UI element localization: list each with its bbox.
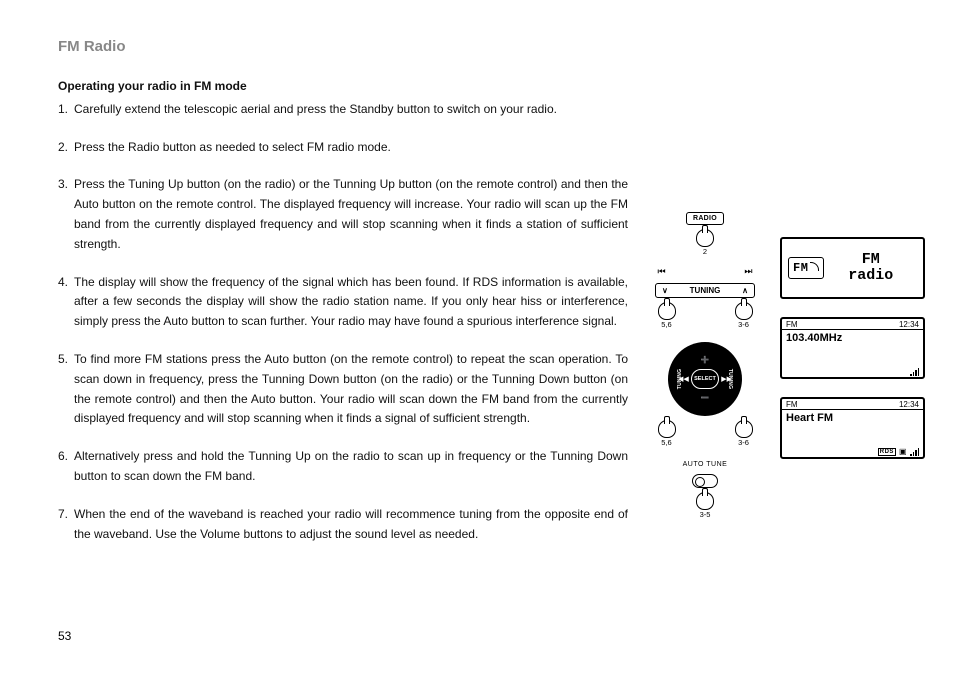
step-number: 5. [58,350,74,429]
step-text: The display will show the frequency of t… [74,273,628,332]
hand-icon [696,492,714,510]
lcd-mode-line2: radio [824,268,917,284]
step-number: 7. [58,505,74,545]
step-text: Carefully extend the telescopic aerial a… [74,100,628,120]
lcd-clock: 12:34 [899,400,919,409]
step-text: Press the Radio button as needed to sele… [74,138,628,158]
step-number: 2. [58,138,74,158]
stereo-icon: ▣ [899,447,907,456]
illustration-column: RADIO 2 ⏮ ⏭ ∨ TUNING ∧ 5,6 [628,77,924,544]
rds-badge-icon: RDS [878,448,896,456]
signal-icon [910,368,920,376]
skip-prev-icon: ⏮ [658,266,666,277]
text-column: Operating your radio in FM mode 1. Caref… [58,77,628,544]
lcd-mode-line1: FM [824,252,917,268]
step-3: 3. Press the Tuning Up button (on the ra… [58,175,628,254]
lcd-frequency-screen: FM 12:34 103.40MHz [780,317,925,379]
hand-label: 5,6 [661,321,671,329]
hand-label: 3-6 [738,439,749,447]
hand-label: 2 [703,248,707,256]
auto-tune-button-icon [692,474,718,488]
lcd-clock: 12:34 [899,320,919,329]
step-number: 6. [58,447,74,487]
step-text: Alternatively press and hold the Tunning… [74,447,628,487]
dpad-hand-pair: 5,6 3-6 [658,420,753,447]
dpad-right-label: TUNING [727,369,733,389]
step-7: 7. When the end of the waveband is reach… [58,505,628,545]
subheading: Operating your radio in FM mode [58,77,628,97]
lcd-screens: FM FM radio FM 12:34 103.40MHz [780,237,925,459]
fm-badge-icon: FM [788,257,824,279]
tuning-bar-icon: ∨ TUNING ∧ [655,283,755,298]
step-text: When the end of the waveband is reached … [74,505,628,545]
page-number: 53 [58,629,71,643]
fm-badge-text: FM [793,261,808,275]
lcd-band: FM [786,320,798,329]
step-6: 6. Alternatively press and hold the Tunn… [58,447,628,487]
hand-icon [735,420,753,438]
hand-icon [735,302,753,320]
lcd-mode-text: FM radio [824,252,917,284]
dpad-down-icon: ➖ [701,394,710,402]
tuning-label: TUNING [690,286,721,295]
hand-label: 3-5 [700,511,711,519]
content-row: Operating your radio in FM mode 1. Caref… [58,77,924,544]
tuning-up-icon: ∧ [742,286,748,295]
step-2: 2. Press the Radio button as needed to s… [58,138,628,158]
step-text: Press the Tuning Up button (on the radio… [74,175,628,254]
step-4: 4. The display will show the frequency o… [58,273,628,332]
tuning-hand-pair: 5,6 3-6 [658,302,753,329]
dpad-left-label: TUNING [677,369,683,389]
step-1: 1. Carefully extend the telescopic aeria… [58,100,628,120]
step-number: 1. [58,100,74,120]
page-title: FM Radio [58,38,924,55]
radio-waves-icon [810,261,819,275]
hand-icon [658,420,676,438]
lcd-rds-screen: FM 12:34 Heart FM RDS ▣ [780,397,925,459]
hand-label: 5,6 [661,439,671,447]
skip-icons: ⏮ ⏭ [658,266,753,277]
dpad-select: SELECT [691,369,719,389]
hand-icon [658,302,676,320]
step-5: 5. To find more FM stations press the Au… [58,350,628,429]
hand-icon [696,229,714,247]
step-text: To find more FM stations press the Auto … [74,350,628,429]
lcd-station-name: Heart FM [782,410,923,426]
step-number: 4. [58,273,74,332]
radio-button-icon: RADIO [686,212,724,225]
lcd-band: FM [786,400,798,409]
lcd-mode-screen: FM FM radio [780,237,925,299]
auto-tune-label: AUTO TUNE [683,461,728,468]
dpad-icon: SELECT ➕ ➖ ◀◀ ▶▶ TUNING TUNING [668,342,742,416]
step-number: 3. [58,175,74,254]
dpad-up-icon: ➕ [701,356,710,364]
lcd-frequency: 103.40MHz [782,330,923,346]
tuning-down-icon: ∨ [662,286,668,295]
hand-label: 3-6 [738,321,749,329]
controls-diagram: RADIO 2 ⏮ ⏭ ∨ TUNING ∧ 5,6 [650,212,760,518]
skip-next-icon: ⏭ [744,266,752,277]
signal-icon [910,448,920,456]
